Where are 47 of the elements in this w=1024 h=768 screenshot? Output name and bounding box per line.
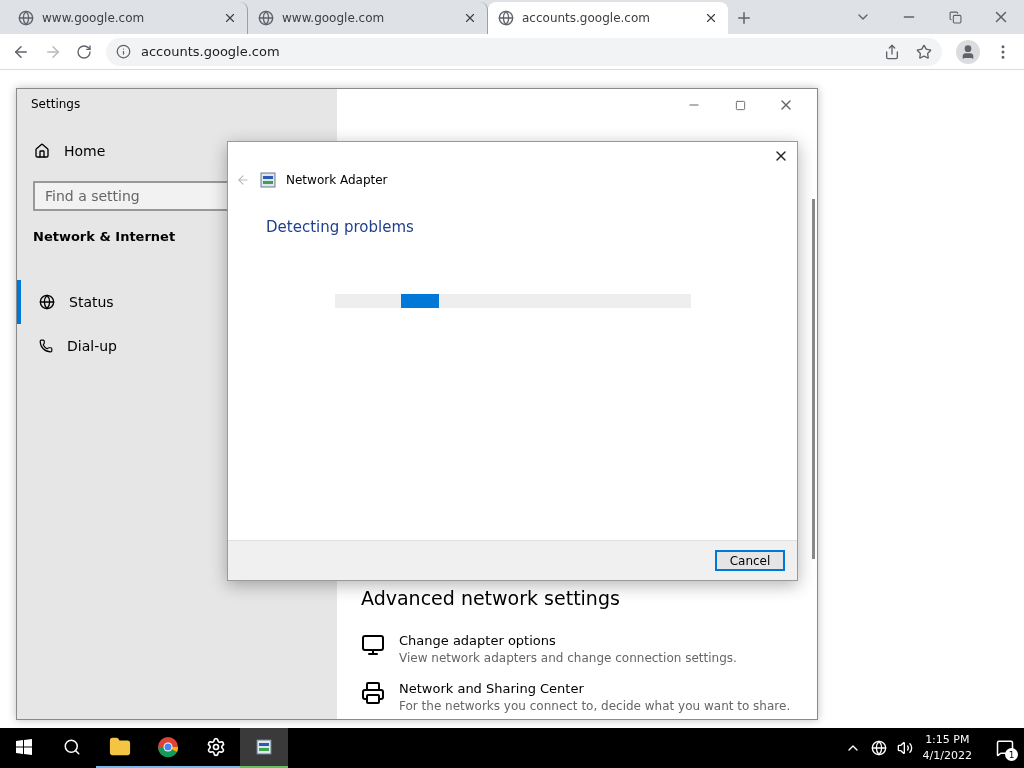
- window-title: Settings: [30, 97, 82, 113]
- section-heading: Advanced network settings: [361, 587, 621, 609]
- speaker-icon[interactable]: [896, 740, 913, 756]
- nav-item[interactable]: Dial-up: [17, 324, 337, 368]
- globe-icon: [18, 10, 34, 26]
- restore-icon[interactable]: [948, 10, 962, 24]
- info-icon: [116, 44, 131, 59]
- address-bar[interactable]: accounts.google.com: [106, 37, 942, 66]
- link-title[interactable]: Network and Sharing Center: [399, 681, 791, 696]
- network-adapter-icon: [260, 172, 276, 188]
- close-icon[interactable]: [463, 11, 477, 25]
- url-text: accounts.google.com: [141, 44, 280, 59]
- globe-icon[interactable]: [870, 740, 887, 756]
- browser-tab[interactable]: accounts.google.com: [488, 2, 728, 34]
- link-title[interactable]: Change adapter options: [399, 633, 737, 648]
- new-tab-icon[interactable]: [735, 9, 753, 27]
- search-icon[interactable]: [63, 738, 81, 756]
- scrollbar[interactable]: [812, 199, 815, 559]
- bookmark-icon[interactable]: [916, 43, 932, 60]
- maximize-icon[interactable]: [734, 99, 746, 111]
- link-description: For the networks you connect to, decide what you want to share.: [399, 699, 791, 713]
- share-icon[interactable]: [884, 43, 900, 60]
- section-title: Network & Internet: [33, 229, 176, 244]
- browser-tab[interactable]: www.google.com: [8, 2, 248, 34]
- taskbar-app[interactable]: [240, 728, 288, 768]
- status-text: Detecting problems: [265, 217, 415, 236]
- network-adapter-icon: [256, 739, 272, 755]
- cancel-button[interactable]: Cancel: [715, 550, 785, 571]
- link-description: View network adapters and change connection settings.: [399, 651, 737, 665]
- chrome-icon: [157, 736, 179, 758]
- reload-icon[interactable]: [76, 43, 92, 60]
- profile-avatar[interactable]: [956, 39, 980, 64]
- clock[interactable]: 1:15 PM 4/1/2022: [922, 732, 972, 764]
- globe-icon: [258, 10, 274, 26]
- globe-icon: [498, 10, 514, 26]
- home-icon: [34, 143, 50, 159]
- phone-icon: [39, 339, 53, 353]
- folder-icon: [109, 736, 131, 758]
- monitor-icon: [361, 633, 385, 657]
- close-icon[interactable]: [704, 11, 718, 25]
- notification-count: 1: [1005, 748, 1018, 761]
- windows-logo-icon[interactable]: [16, 739, 32, 755]
- close-icon[interactable]: [223, 11, 237, 25]
- home-link[interactable]: Home: [17, 131, 337, 171]
- gear-icon: [206, 737, 226, 757]
- globe-icon: [39, 294, 55, 310]
- printer-icon: [361, 681, 385, 705]
